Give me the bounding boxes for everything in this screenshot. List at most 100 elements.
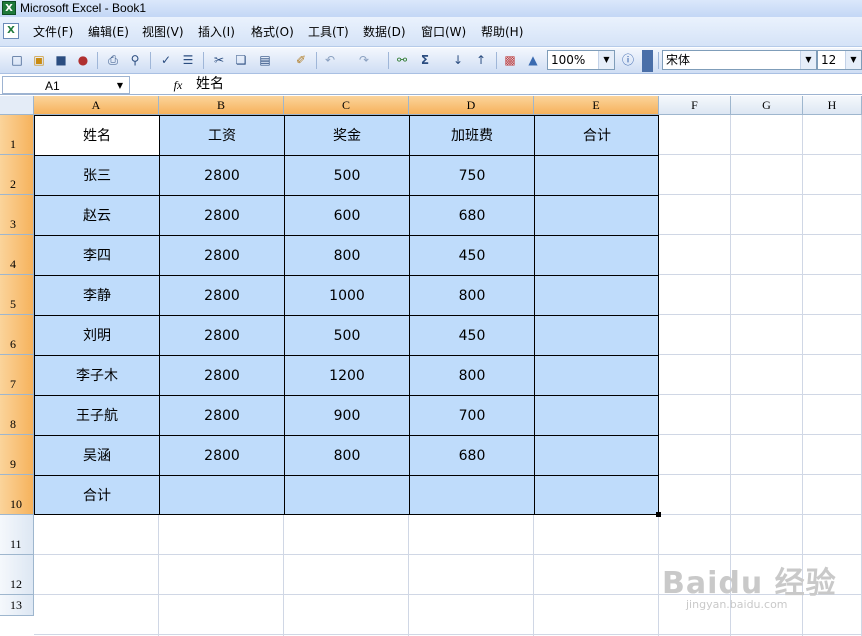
formula-content[interactable]: 姓名 <box>196 75 224 94</box>
row-header-9[interactable]: 9 <box>0 435 34 475</box>
row-header-6[interactable]: 6 <box>0 315 34 355</box>
data-cell[interactable] <box>535 356 659 396</box>
menu-insert[interactable]: 插入(I) <box>198 24 235 40</box>
data-cell[interactable]: 1000 <box>285 276 410 316</box>
row-header-3[interactable]: 3 <box>0 195 34 235</box>
data-cell[interactable]: 2800 <box>160 436 285 476</box>
data-cell[interactable]: 800 <box>285 236 410 276</box>
permission-icon[interactable]: ● <box>74 51 92 69</box>
menu-window[interactable]: 窗口(W) <box>421 24 466 40</box>
help-icon[interactable]: ⓘ <box>619 51 637 69</box>
data-cell[interactable] <box>535 236 659 276</box>
header-cell[interactable]: 合计 <box>535 116 659 156</box>
data-cell[interactable]: 2800 <box>160 356 285 396</box>
data-cell[interactable] <box>160 476 285 515</box>
data-cell[interactable] <box>535 316 659 356</box>
spelling-icon[interactable]: ✓ <box>157 51 175 69</box>
sort-ascending-icon[interactable]: ↓ <box>449 51 467 69</box>
row-header-12[interactable]: 12 <box>0 555 34 595</box>
row-header-4[interactable]: 4 <box>0 235 34 275</box>
data-cell[interactable]: 李子木 <box>35 356 160 396</box>
column-header-b[interactable]: B <box>159 96 284 115</box>
menu-tools[interactable]: 工具(T) <box>308 24 349 40</box>
cut-icon[interactable]: ✂ <box>210 51 228 69</box>
column-header-f[interactable]: F <box>659 96 731 115</box>
data-cell[interactable]: 刘明 <box>35 316 160 356</box>
paste-icon[interactable]: ▤ <box>256 51 274 69</box>
column-header-e[interactable]: E <box>534 96 659 115</box>
data-cell[interactable]: 450 <box>410 316 535 356</box>
data-cell[interactable] <box>285 476 410 515</box>
data-cell[interactable]: 500 <box>285 156 410 196</box>
data-cell[interactable]: 张三 <box>35 156 160 196</box>
data-cell[interactable]: 合计 <box>35 476 160 515</box>
data-cell[interactable]: 赵云 <box>35 196 160 236</box>
data-cell[interactable]: 800 <box>410 276 535 316</box>
data-cell[interactable] <box>535 156 659 196</box>
redo-icon[interactable]: ↷ <box>355 51 373 69</box>
insert-function-icon[interactable]: fx <box>168 76 188 94</box>
print-icon[interactable]: ⎙ <box>104 51 122 69</box>
selected-range[interactable]: 姓名 工资 奖金 加班费 合计 张三 2800 500 750 赵云 2800 600 680 李四 280… <box>34 115 659 515</box>
open-icon[interactable]: ▣ <box>30 51 48 69</box>
data-cell[interactable]: 2800 <box>160 236 285 276</box>
chevron-down-icon[interactable]: ▼ <box>845 51 861 69</box>
data-cell[interactable]: 1200 <box>285 356 410 396</box>
header-cell[interactable]: 姓名 <box>35 116 160 156</box>
data-cell[interactable]: 750 <box>410 156 535 196</box>
data-cell[interactable]: 680 <box>410 436 535 476</box>
data-cell[interactable]: 2800 <box>160 276 285 316</box>
column-header-h[interactable]: H <box>803 96 862 115</box>
drawing-icon[interactable]: ▲ <box>524 51 542 69</box>
chevron-down-icon[interactable]: ▼ <box>598 51 614 69</box>
autosum-icon[interactable]: Σ <box>416 51 434 69</box>
hyperlink-icon[interactable]: ⚯ <box>393 51 411 69</box>
column-header-d[interactable]: D <box>409 96 534 115</box>
print-preview-icon[interactable]: ⚲ <box>126 51 144 69</box>
menu-edit[interactable]: 编辑(E) <box>88 24 129 40</box>
data-cell[interactable]: 800 <box>285 436 410 476</box>
fill-handle[interactable] <box>656 512 661 517</box>
row-header-5[interactable]: 5 <box>0 275 34 315</box>
workbook-icon[interactable]: X <box>3 23 19 39</box>
font-name-select[interactable]: 宋体 ▼ <box>662 50 817 70</box>
data-cell[interactable] <box>535 476 659 515</box>
data-cell[interactable]: 吴涵 <box>35 436 160 476</box>
data-cell[interactable] <box>535 436 659 476</box>
header-cell[interactable]: 工资 <box>160 116 285 156</box>
header-cell[interactable]: 奖金 <box>285 116 410 156</box>
chevron-down-icon[interactable]: ▼ <box>800 51 816 69</box>
data-cell[interactable]: 2800 <box>160 396 285 436</box>
row-header-2[interactable]: 2 <box>0 155 34 195</box>
save-icon[interactable]: ■ <box>52 51 70 69</box>
header-cell[interactable]: 加班费 <box>410 116 535 156</box>
row-header-13[interactable]: 13 <box>0 595 34 616</box>
data-cell[interactable]: 600 <box>285 196 410 236</box>
select-all-corner[interactable] <box>0 96 34 115</box>
data-cell[interactable]: 900 <box>285 396 410 436</box>
data-cell[interactable]: 450 <box>410 236 535 276</box>
data-cell[interactable]: 680 <box>410 196 535 236</box>
column-header-a[interactable]: A <box>34 96 159 115</box>
column-header-g[interactable]: G <box>731 96 803 115</box>
data-cell[interactable]: 2800 <box>160 316 285 356</box>
menu-view[interactable]: 视图(V) <box>142 24 184 40</box>
menu-file[interactable]: 文件(F) <box>33 24 73 40</box>
undo-icon[interactable]: ↶ <box>321 51 339 69</box>
copy-icon[interactable]: ❏ <box>232 51 250 69</box>
format-painter-icon[interactable]: ✐ <box>292 51 310 69</box>
excel-app-icon[interactable]: X <box>2 1 16 15</box>
data-cell[interactable]: 700 <box>410 396 535 436</box>
row-header-8[interactable]: 8 <box>0 395 34 435</box>
menu-format[interactable]: 格式(O) <box>251 24 294 40</box>
data-cell[interactable]: 800 <box>410 356 535 396</box>
column-header-c[interactable]: C <box>284 96 409 115</box>
menu-help[interactable]: 帮助(H) <box>481 24 523 40</box>
data-cell[interactable]: 李静 <box>35 276 160 316</box>
name-box[interactable]: A1 ▼ <box>2 76 130 94</box>
data-cell[interactable] <box>535 396 659 436</box>
data-cell[interactable]: 2800 <box>160 196 285 236</box>
zoom-select[interactable]: 100% ▼ <box>547 50 615 70</box>
data-cell[interactable] <box>410 476 535 515</box>
chevron-down-icon[interactable]: ▼ <box>117 77 123 95</box>
